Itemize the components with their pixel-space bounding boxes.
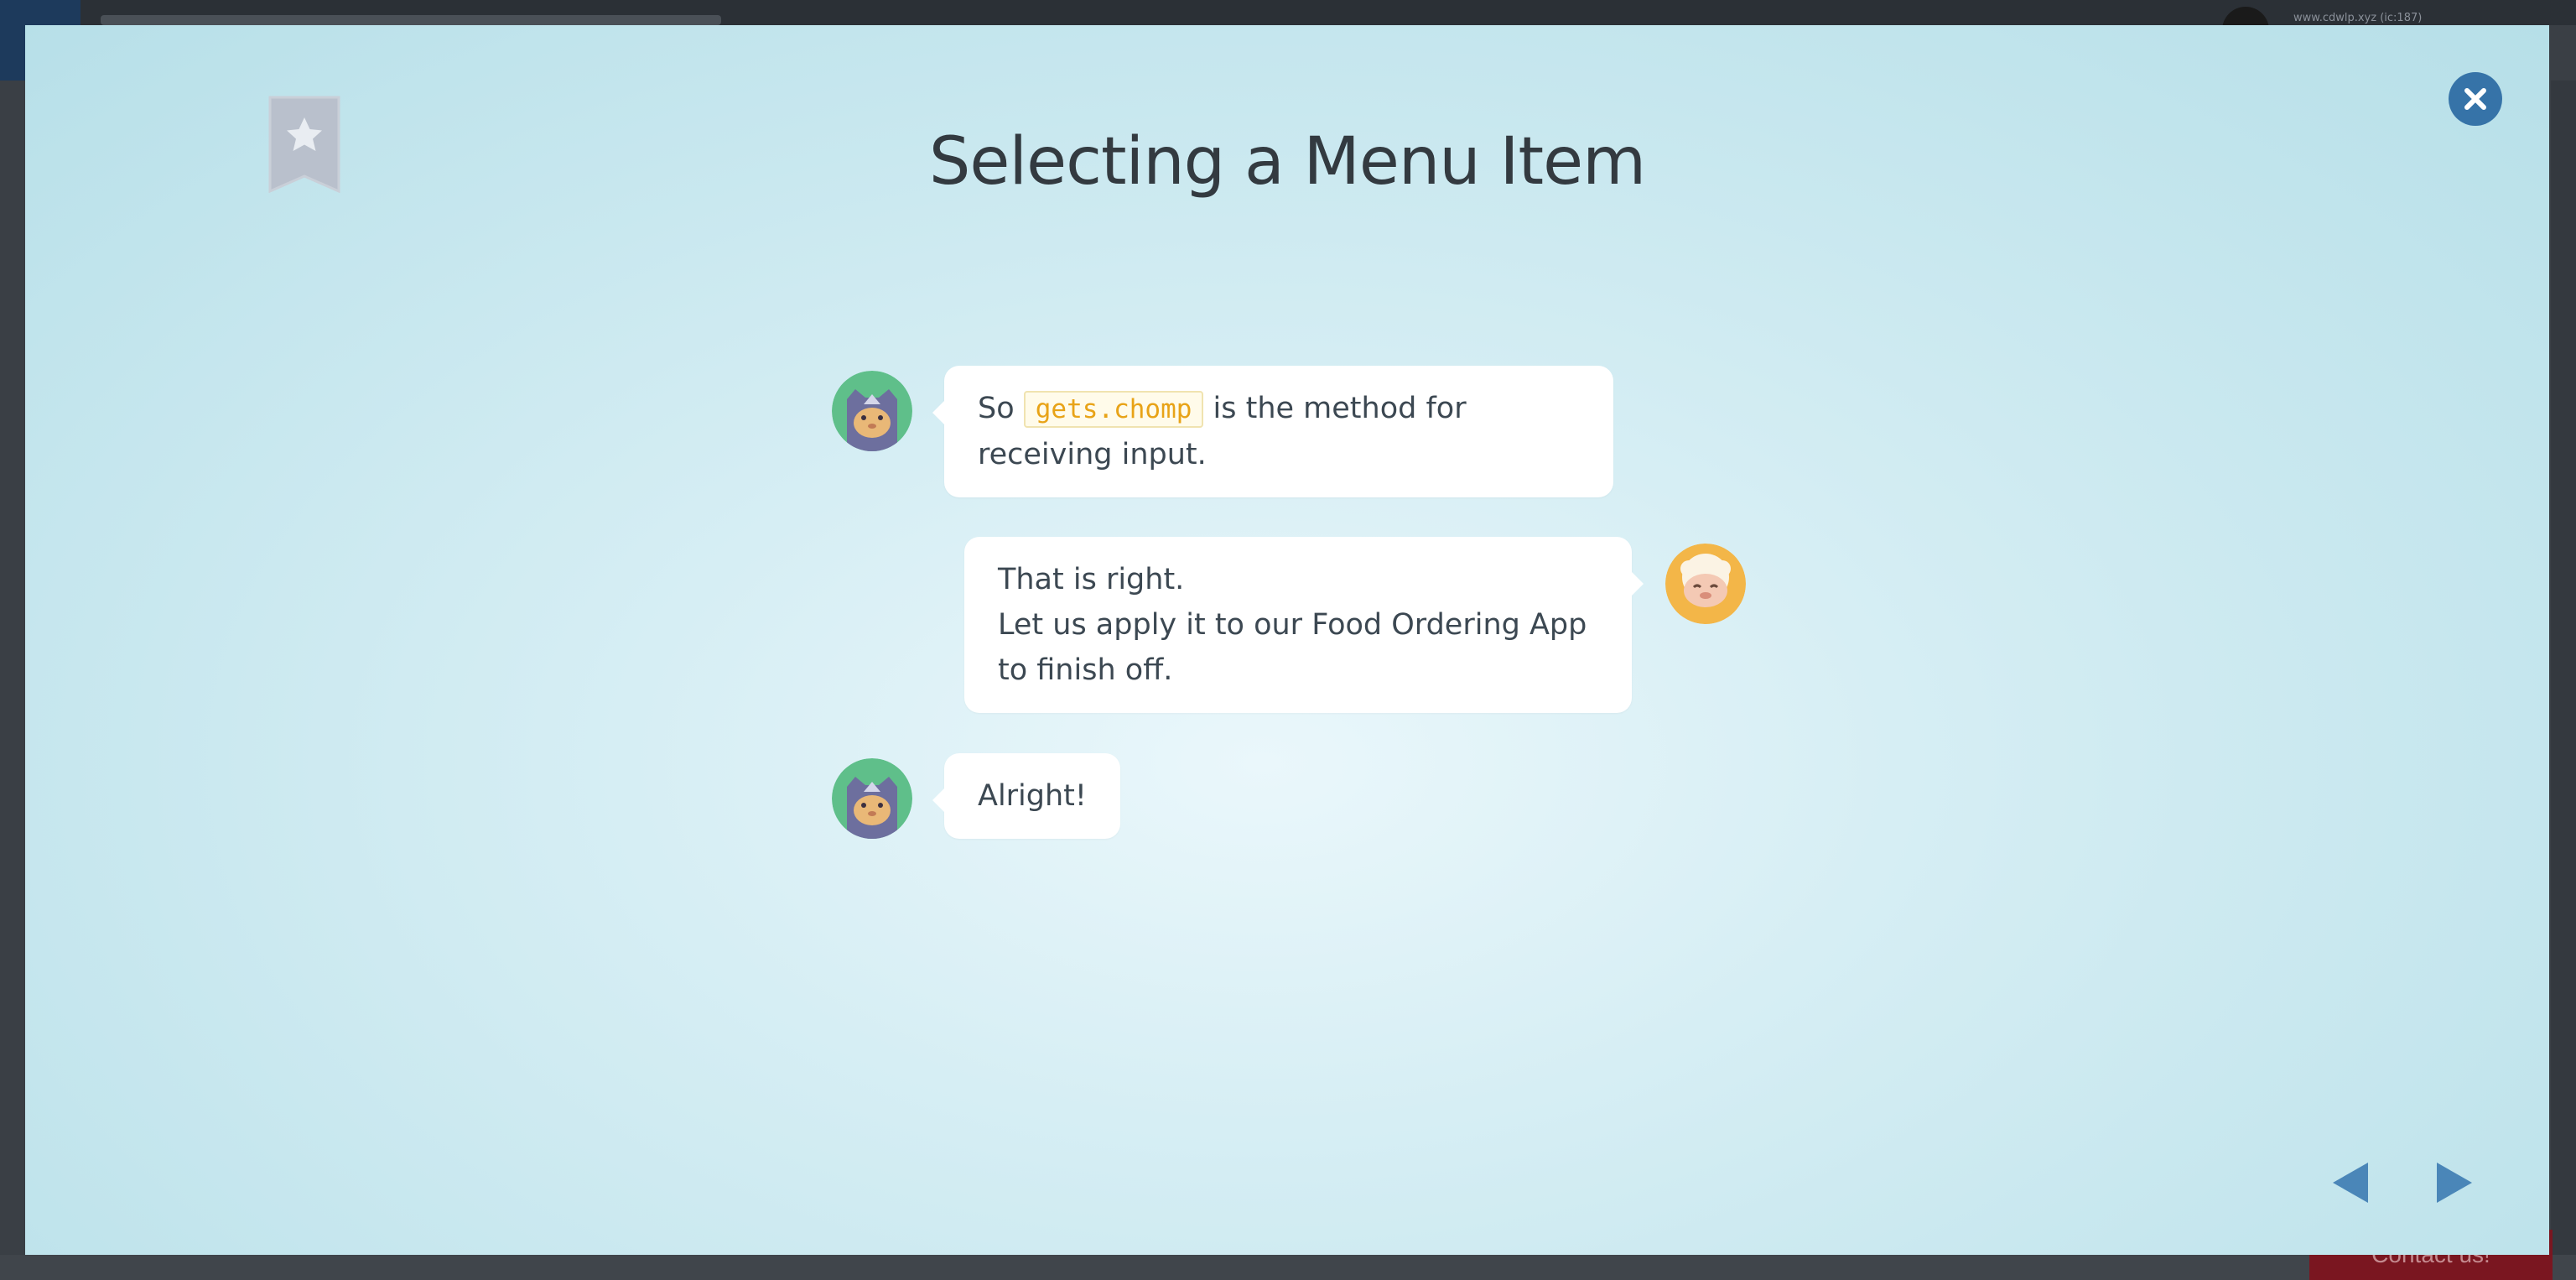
sheep-character-icon: [1665, 544, 1746, 624]
lesson-title: Selecting a Menu Item: [928, 124, 1646, 200]
cat-avatar: [832, 758, 912, 839]
chat-bubble-2: That is right. Let us apply it to our Fo…: [964, 537, 1644, 713]
previous-button[interactable]: [2326, 1158, 2376, 1208]
next-arrow-icon: [2437, 1163, 2472, 1203]
background-scrollbar: [2551, 81, 2576, 1255]
close-button[interactable]: [2449, 72, 2502, 126]
chat-bubble-1: So gets.chomp is the method for receivin…: [932, 366, 1613, 497]
close-icon: [2464, 88, 2486, 110]
next-button[interactable]: [2428, 1158, 2479, 1208]
lesson-modal: Selecting a Menu Item So gets.chomp is t…: [25, 25, 2549, 1255]
cat-character-icon: [832, 371, 912, 451]
background-bottom-bar: [0, 1255, 2576, 1280]
code-snippet: gets.chomp: [1023, 391, 1204, 428]
message-2-line-2: Let us apply it to our Food Ordering App…: [998, 608, 1587, 687]
message-2-line-1: That is right.: [998, 563, 1185, 596]
cat-avatar: [832, 371, 912, 451]
background-search-bar: [101, 15, 721, 25]
message-1-text-start: So: [978, 392, 1024, 425]
cat-character-icon: [832, 758, 912, 839]
background-user-email: www.cdwlp.xyz (ic:187): [2293, 12, 2423, 24]
chat-bubble-3: Alright!: [932, 753, 1120, 839]
message-3-text: Alright!: [978, 779, 1087, 813]
previous-arrow-icon: [2333, 1163, 2368, 1203]
sheep-avatar: [1665, 544, 1746, 624]
